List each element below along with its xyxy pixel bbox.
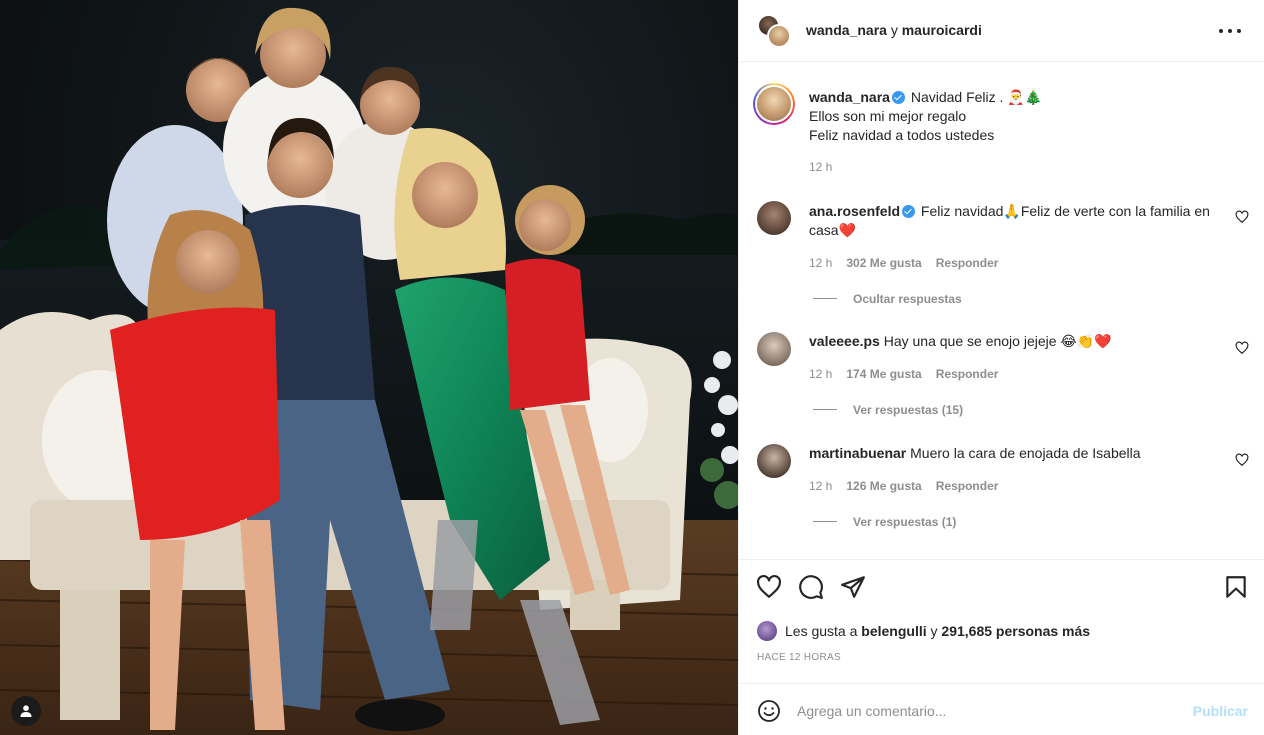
comment-likes[interactable]: 302 Me gusta <box>846 256 921 270</box>
comment-icon[interactable] <box>798 574 824 600</box>
comment-text: ana.rosenfeld Feliz navidad🙏Feliz de ver… <box>809 202 1229 240</box>
comment-username[interactable]: ana.rosenfeld <box>809 203 900 219</box>
comment-likes[interactable]: 126 Me gusta <box>846 479 921 493</box>
comment-likes[interactable]: 174 Me gusta <box>846 367 921 381</box>
toggle-replies-label: Ocultar respuestas <box>853 292 962 306</box>
post-timestamp[interactable]: HACE 12 HORAS <box>757 652 841 663</box>
comments-list[interactable]: wanda_nara Navidad Feliz . 🎅🎄 Ellos son … <box>739 63 1264 559</box>
caption-line3: Feliz navidad a todos ustedes <box>809 127 995 143</box>
toggle-replies-label: Ver respuestas (15) <box>853 403 964 417</box>
likes-user[interactable]: belengulli <box>861 623 926 639</box>
comment-time: 12 h <box>809 256 833 270</box>
toggle-replies-button[interactable]: Ver respuestas (15) <box>813 403 963 417</box>
verified-badge-icon <box>891 91 905 104</box>
author-link[interactable]: mauroicardi <box>902 22 982 38</box>
avatar[interactable] <box>757 332 791 366</box>
comment-body: Hay una que se enojo jejeje 😂👏❤️ <box>883 333 1112 349</box>
toggle-replies-button[interactable]: Ocultar respuestas <box>813 292 962 306</box>
replies-line <box>813 521 837 522</box>
caption-username[interactable]: wanda_nara <box>809 89 890 105</box>
post-actions: Les gusta a belengulli y 291,685 persona… <box>739 559 1264 683</box>
comment-input[interactable] <box>797 698 1177 724</box>
publish-button[interactable]: Publicar <box>1193 703 1248 719</box>
likes-summary[interactable]: Les gusta a belengulli y 291,685 persona… <box>757 620 1090 642</box>
comment-time: 12 h <box>809 479 833 493</box>
post-photo[interactable] <box>0 0 738 735</box>
comment-username[interactable]: martinabuenar <box>809 445 906 461</box>
comment-username[interactable]: valeeee.ps <box>809 333 880 349</box>
avatar <box>757 621 777 641</box>
avatar[interactable] <box>757 201 791 235</box>
comment-composer: Publicar <box>739 683 1264 735</box>
avatar[interactable] <box>757 444 791 478</box>
likes-count[interactable]: 291,685 personas más <box>941 623 1090 639</box>
post-side-panel: wanda_nara y mauroicardi wanda_nara Navi… <box>738 0 1264 735</box>
likes-prefix: Les gusta a <box>785 623 858 639</box>
save-bookmark-icon[interactable] <box>1223 574 1249 600</box>
toggle-replies-label: Ver respuestas (1) <box>853 515 957 529</box>
likes-middle: y <box>930 623 938 639</box>
comment-body: Muero la cara de enojada de Isabella <box>910 445 1141 461</box>
tag-user-icon[interactable] <box>11 696 41 726</box>
caption-line2: Ellos son mi mejor regalo <box>809 108 967 124</box>
verified-badge-icon <box>902 205 916 218</box>
avatar <box>767 24 791 48</box>
comment-meta: 12 h 302 Me gusta Responder <box>809 256 998 270</box>
author-conjunction: y <box>890 22 898 38</box>
author-link[interactable]: wanda_nara <box>806 22 887 38</box>
avatar[interactable] <box>753 83 795 125</box>
toggle-replies-button[interactable]: Ver respuestas (1) <box>813 515 956 529</box>
comment-time: 12 h <box>809 367 833 381</box>
reply-button[interactable]: Responder <box>936 367 999 381</box>
comment-like-icon[interactable] <box>1235 341 1249 355</box>
comment-text: valeeee.ps Hay una que se enojo jejeje 😂… <box>809 332 1229 351</box>
caption-time: 12 h <box>809 160 833 174</box>
share-icon[interactable] <box>840 574 866 600</box>
emoji-icon[interactable] <box>757 699 781 723</box>
reply-button[interactable]: Responder <box>936 479 999 493</box>
replies-line <box>813 409 837 410</box>
family-photo-illustration <box>0 7 738 735</box>
comment-like-icon[interactable] <box>1235 453 1249 467</box>
caption-emoji: 🎅🎄 <box>1007 89 1043 105</box>
post-authors: wanda_nara y mauroicardi <box>806 22 982 38</box>
comment-text: martinabuenar Muero la cara de enojada d… <box>809 444 1229 463</box>
more-options-icon[interactable] <box>1219 22 1241 40</box>
instagram-post: wanda_nara y mauroicardi wanda_nara Navi… <box>0 0 1264 735</box>
like-heart-icon[interactable] <box>756 574 782 600</box>
post-header: wanda_nara y mauroicardi <box>739 0 1264 62</box>
collab-avatars[interactable] <box>757 14 791 48</box>
replies-line <box>813 298 837 299</box>
caption-text: wanda_nara Navidad Feliz . 🎅🎄 Ellos son … <box>809 88 1229 145</box>
comment-meta: 12 h 126 Me gusta Responder <box>809 479 998 493</box>
comment-like-icon[interactable] <box>1235 210 1249 224</box>
reply-button[interactable]: Responder <box>936 256 999 270</box>
caption-line1: Navidad Feliz . <box>910 89 1004 105</box>
comment-meta: 12 h 174 Me gusta Responder <box>809 367 998 381</box>
